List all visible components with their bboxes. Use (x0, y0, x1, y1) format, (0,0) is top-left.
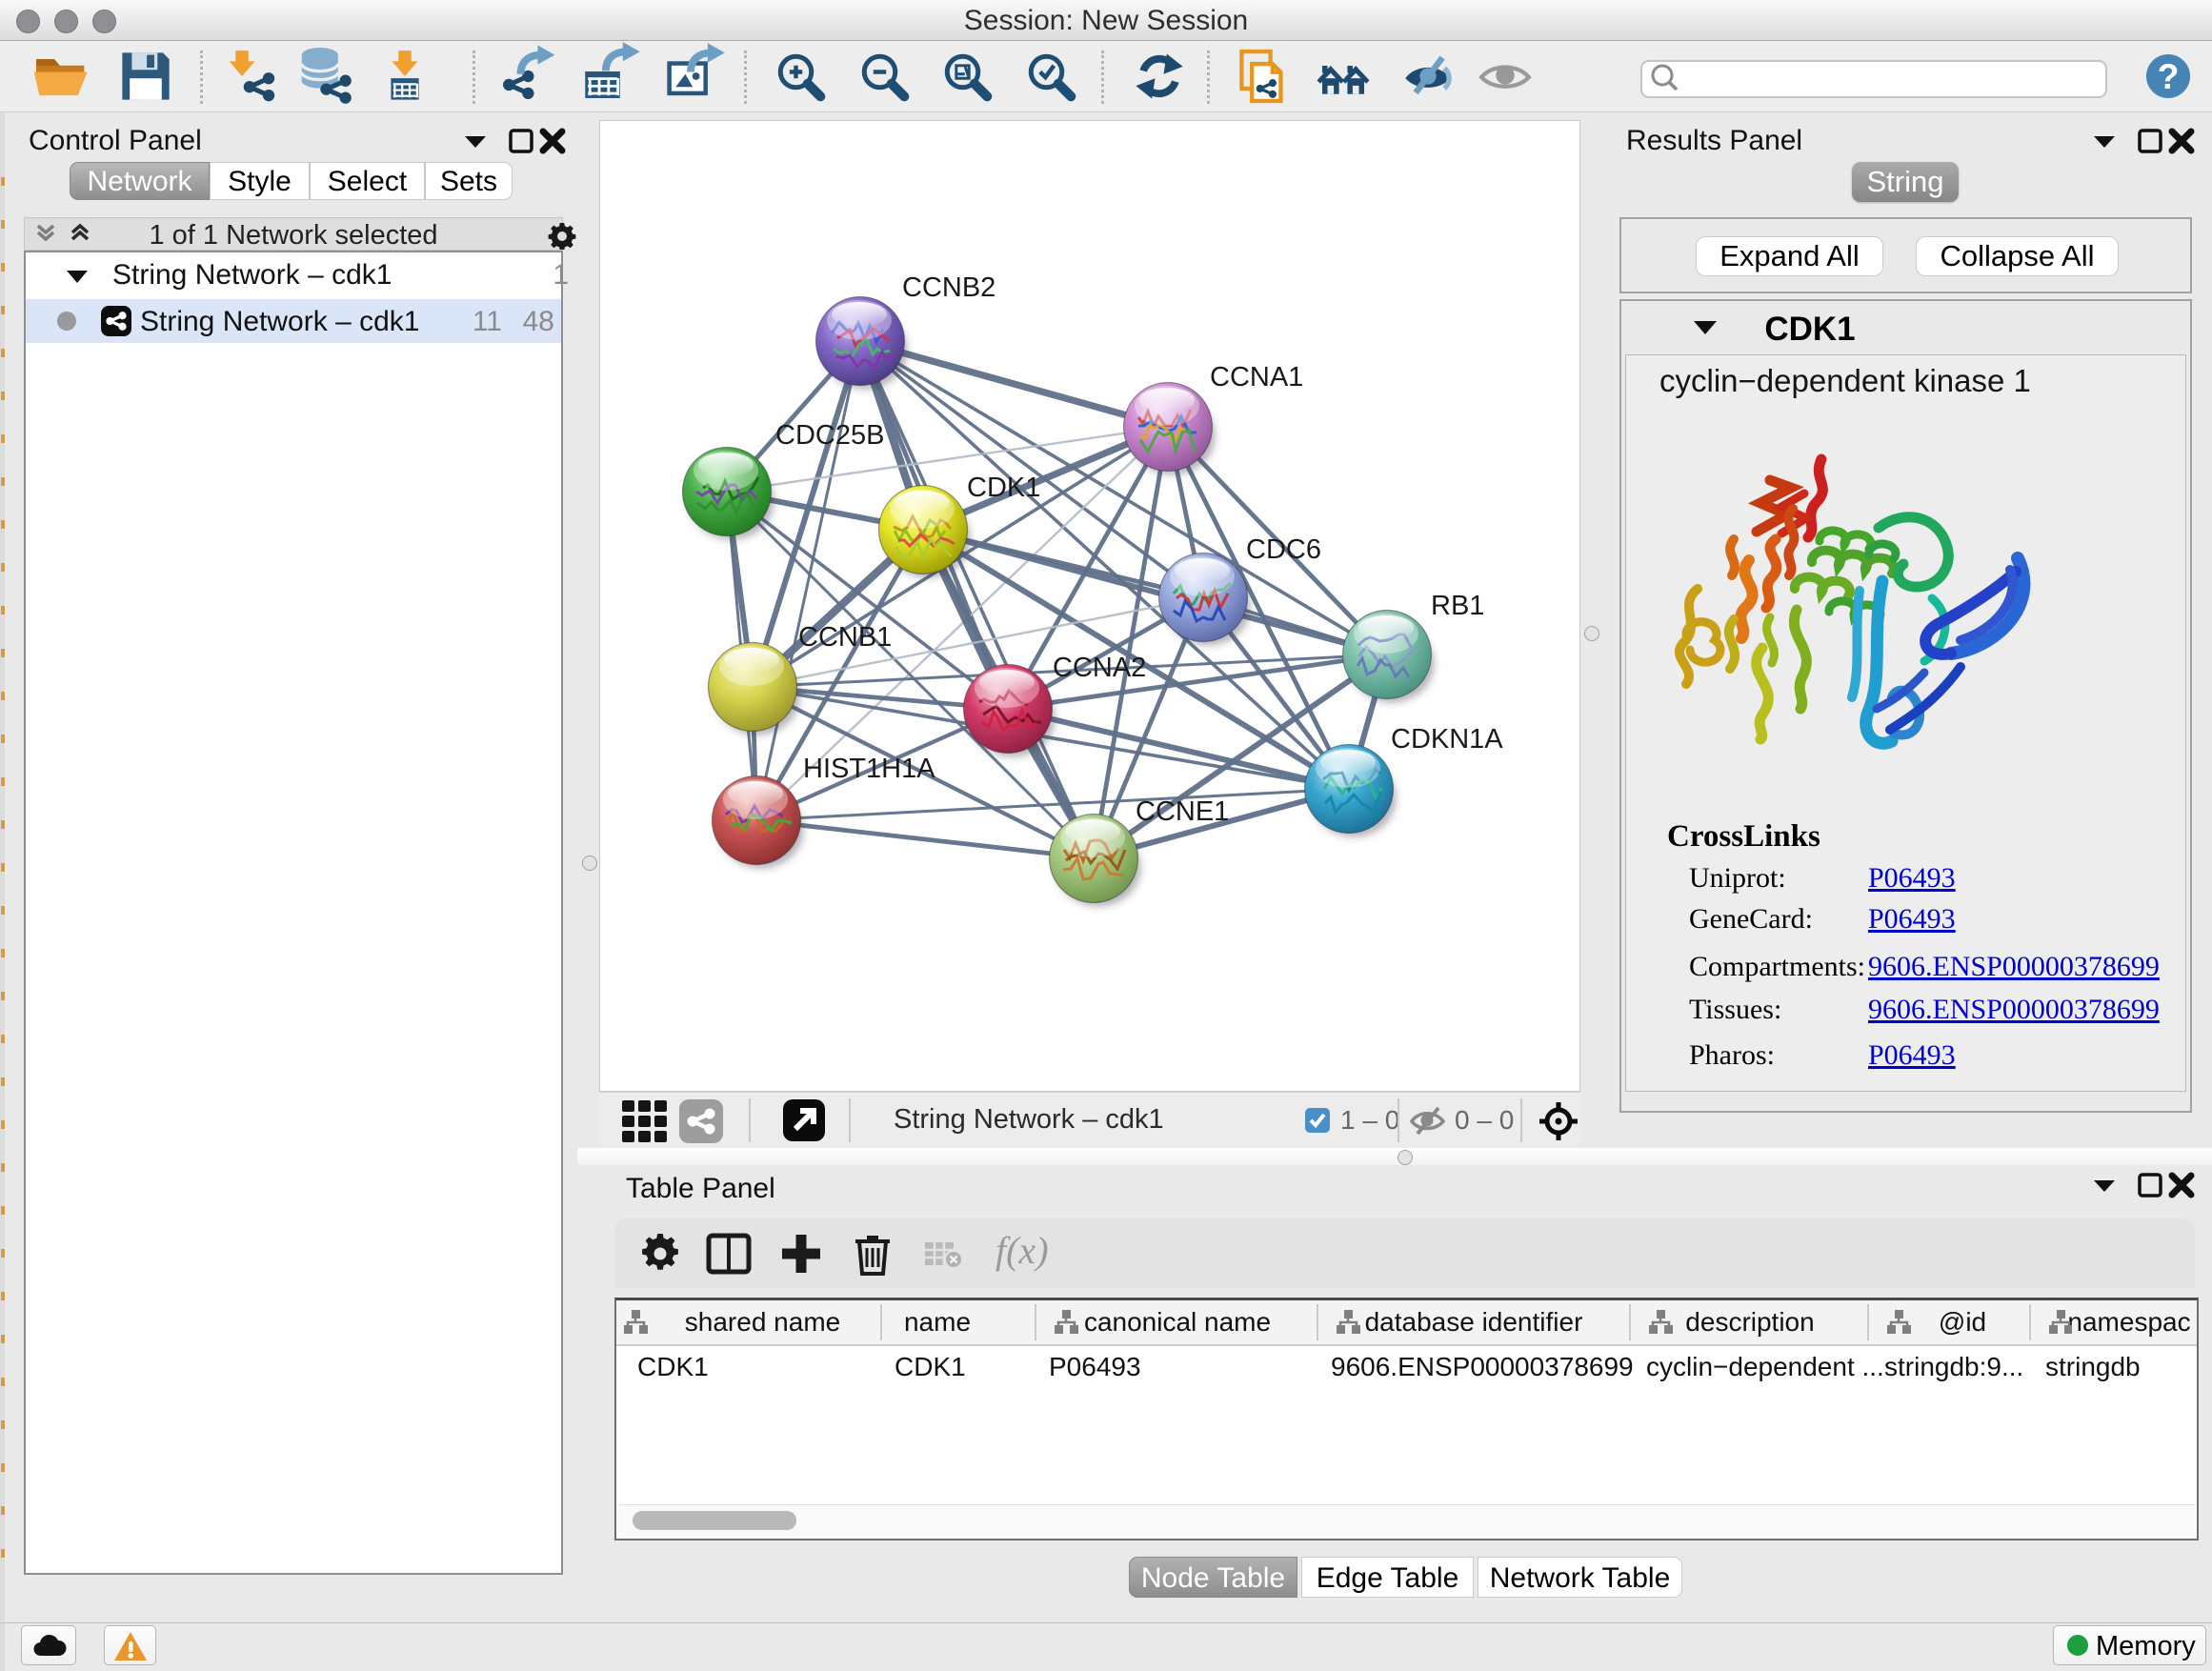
svg-text:CDK1: CDK1 (967, 473, 1040, 503)
svg-text:CCNE1: CCNE1 (1136, 796, 1229, 827)
svg-text:?: ? (2158, 57, 2180, 96)
svg-text:CDC6: CDC6 (1246, 534, 1321, 565)
svg-text:CDKN1A: CDKN1A (1391, 724, 1503, 755)
svg-text:CCNB1: CCNB1 (798, 622, 892, 653)
svg-text:CCNA1: CCNA1 (1210, 362, 1303, 393)
svg-text:CDC25B: CDC25B (775, 420, 884, 451)
svg-text:CCNB2: CCNB2 (902, 272, 995, 303)
svg-text:CCNA2: CCNA2 (1053, 653, 1146, 683)
svg-text:HIST1H1A: HIST1H1A (803, 754, 935, 784)
svg-text:RB1: RB1 (1431, 591, 1484, 621)
